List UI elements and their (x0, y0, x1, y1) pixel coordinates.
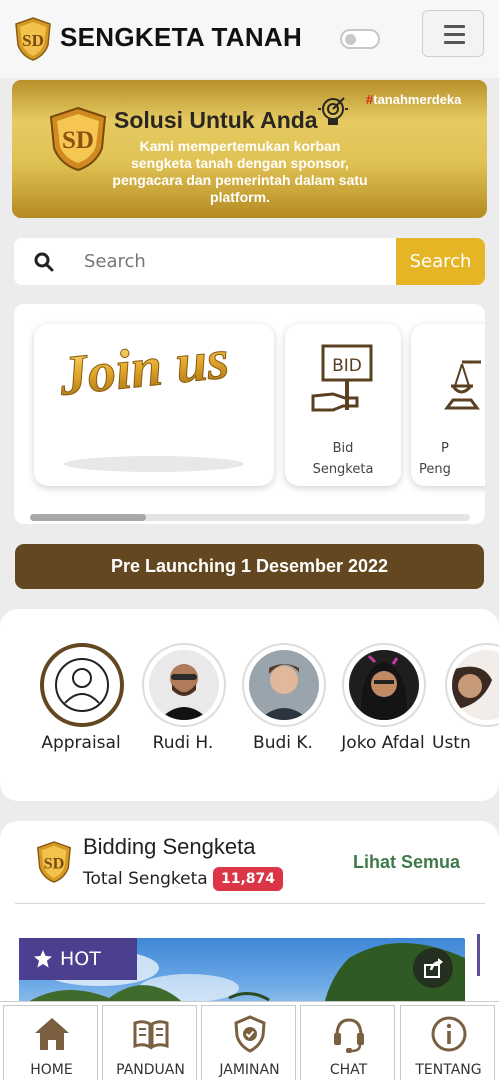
top-header: SD SENGKETA TANAH (0, 0, 499, 78)
banner-hashtag: #tanahmerdeka (366, 92, 462, 107)
category-card-bid-sengketa[interactable]: BID Bid Sengketa (285, 324, 401, 486)
hamburger-menu-button[interactable] (422, 10, 484, 57)
promo-banner[interactable]: SD Solusi Untuk Anda #tanahmerdeka Kami … (12, 80, 487, 218)
search-button[interactable]: Search (396, 238, 485, 285)
carousel-scrollbar[interactable] (30, 514, 470, 521)
menu-line (444, 25, 465, 28)
category-label: Bid Sengketa (312, 441, 374, 477)
hot-badge: HOT (19, 938, 137, 980)
nav-label: CHAT (329, 1062, 368, 1078)
profile-budi[interactable]: Budi K. (233, 643, 333, 763)
avatar (445, 643, 499, 727)
lightbulb-target-icon (318, 97, 348, 125)
nav-label: HOME (30, 1062, 73, 1078)
user-outline-icon (55, 658, 109, 712)
bidding-section: SD Bidding Sengketa Total Sengketa 11,87… (0, 821, 499, 1021)
nav-label: PANDUAN (116, 1062, 185, 1078)
join-us-card[interactable]: Join us (34, 324, 274, 486)
info-icon (431, 1016, 467, 1052)
category-card-pengacara[interactable]: P Peng (411, 324, 485, 486)
profile-appraisal[interactable]: Appraisal (31, 643, 131, 763)
search-icon (34, 252, 54, 272)
profile-name: Joko Afdal (341, 733, 425, 753)
svg-text:SD: SD (62, 127, 94, 154)
hot-badge-label: HOT (60, 948, 101, 970)
banner-title: Solusi Untuk Anda (114, 107, 318, 133)
banner-subtitle: Kami mempertemukan korban sengketa tanah… (112, 138, 368, 205)
profile-name: Budi K. (253, 733, 313, 753)
svg-text:BID: BID (332, 356, 362, 376)
avatar (40, 643, 124, 727)
prelaunch-button[interactable]: Pre Launching 1 Desember 2022 (15, 544, 484, 589)
app-logo-icon[interactable]: SD (14, 17, 52, 61)
avatar-photo (349, 650, 419, 720)
menu-line (444, 41, 465, 44)
category-carousel[interactable]: Join us BID Bid Sengketa P Peng (14, 304, 485, 524)
bottom-navigation: HOME PANDUAN JAMINAN CHAT TENTANG (0, 1001, 499, 1080)
justice-scale-icon (444, 360, 481, 410)
svg-text:SD: SD (22, 31, 44, 50)
book-icon (133, 1020, 169, 1050)
shield-check-icon (234, 1015, 266, 1053)
svg-text:SD: SD (44, 855, 65, 873)
bidding-title: Bidding Sengketa (83, 834, 256, 859)
profile-rudi[interactable]: Rudi H. (133, 643, 233, 763)
nav-label: JAMINAN (219, 1062, 280, 1078)
nav-tentang[interactable]: TENTANG (400, 1005, 495, 1080)
star-icon (34, 950, 52, 968)
avatar-photo (249, 650, 319, 720)
menu-line (444, 33, 465, 36)
scrollbar-thumb[interactable] (30, 514, 146, 521)
share-icon (424, 958, 443, 978)
search-input[interactable] (74, 238, 396, 285)
theme-toggle[interactable] (340, 29, 380, 49)
bidding-total-label: Total Sengketa (83, 869, 208, 889)
next-card-edge (477, 934, 480, 976)
headset-icon (334, 1018, 364, 1053)
banner-logo-icon: SD (49, 106, 107, 172)
avatar (342, 643, 426, 727)
profile-name: Rudi H. (152, 733, 214, 753)
nav-panduan[interactable]: PANDUAN (102, 1005, 197, 1080)
nav-jaminan[interactable]: JAMINAN (201, 1005, 296, 1080)
profile-name: Ustn (432, 733, 471, 753)
share-button[interactable] (413, 948, 453, 988)
home-icon (35, 1018, 69, 1050)
avatar-photo (452, 650, 499, 720)
nav-chat[interactable]: CHAT (300, 1005, 395, 1080)
bid-sign-icon: BID (311, 344, 373, 412)
bidding-count-badge: 11,874 (213, 867, 284, 891)
avatar (242, 643, 326, 727)
nav-home[interactable]: HOME (3, 1005, 98, 1080)
join-us-text: Join us (56, 328, 232, 407)
search-bar: Search (14, 238, 485, 285)
app-title: SENGKETA TANAH (60, 22, 303, 52)
profile-ustn[interactable]: Ustn (432, 643, 499, 763)
avatar (142, 643, 226, 727)
toggle-knob (345, 34, 356, 45)
nav-label: TENTANG (415, 1062, 482, 1078)
profile-carousel[interactable]: Appraisal Rudi H. Budi K. Joko Afdal Ust… (0, 609, 499, 801)
profile-joko[interactable]: Joko Afdal (333, 643, 433, 763)
join-us-graphic: Join us (55, 328, 244, 472)
see-all-link[interactable]: Lihat Semua (353, 852, 460, 873)
bidding-logo-icon: SD (37, 841, 71, 883)
avatar-photo (149, 650, 219, 720)
category-label: P Peng (419, 441, 451, 477)
divider (15, 903, 485, 904)
profile-name: Appraisal (41, 733, 121, 753)
